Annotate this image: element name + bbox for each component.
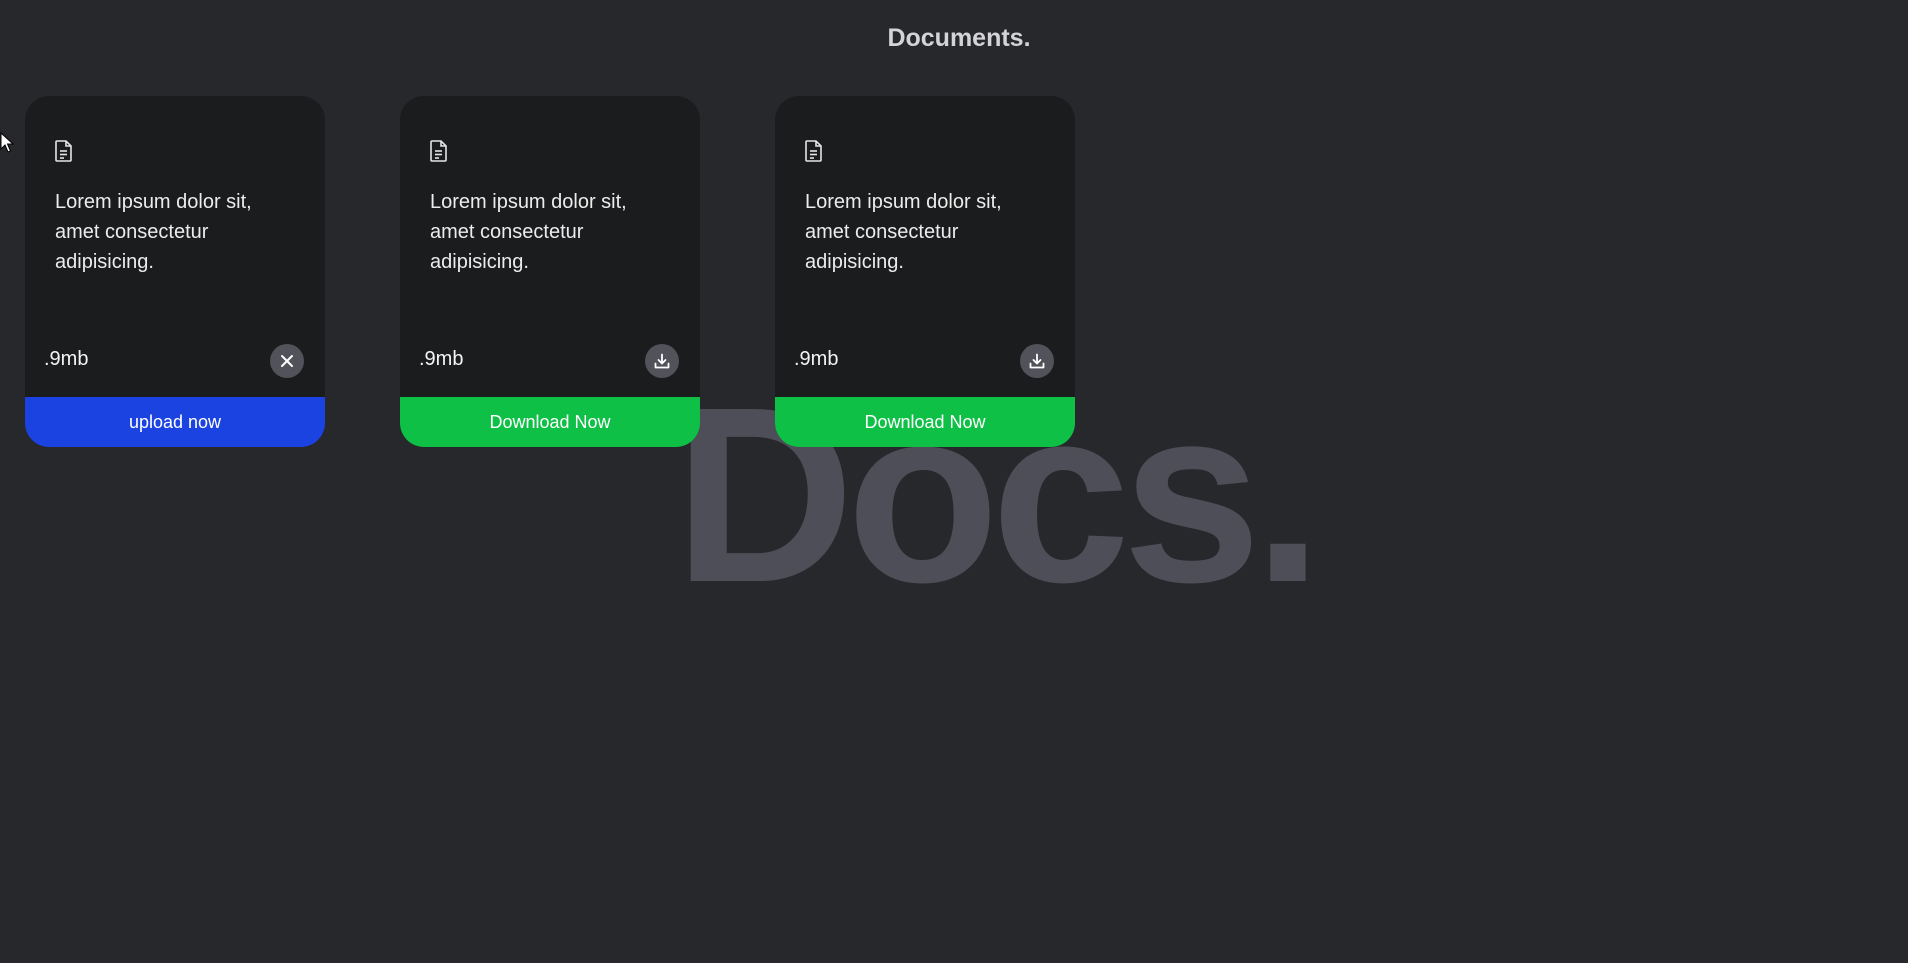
card-description: Lorem ipsum dolor sit, amet consectetur … bbox=[805, 191, 1002, 273]
document-card: Lorem ipsum dolor sit, amet consectetur … bbox=[25, 96, 325, 447]
document-card: Lorem ipsum dolor sit, amet consectetur … bbox=[400, 96, 700, 447]
download-icon-button[interactable] bbox=[645, 344, 679, 378]
document-icon bbox=[430, 140, 447, 162]
download-icon bbox=[654, 353, 670, 369]
download-now-button[interactable]: Download Now bbox=[400, 397, 700, 447]
mouse-cursor-icon bbox=[0, 132, 14, 153]
upload-now-button[interactable]: upload now bbox=[25, 397, 325, 447]
card-list: Lorem ipsum dolor sit, amet consectetur … bbox=[25, 96, 1075, 447]
card-description: Lorem ipsum dolor sit, amet consectetur … bbox=[430, 191, 627, 273]
file-size: .9mb bbox=[44, 348, 89, 370]
document-card: Lorem ipsum dolor sit, amet consectetur … bbox=[775, 96, 1075, 447]
close-button[interactable] bbox=[270, 344, 304, 378]
file-size: .9mb bbox=[419, 348, 464, 370]
file-size: .9mb bbox=[794, 348, 839, 370]
page-title: Documents. bbox=[887, 24, 1031, 52]
document-icon bbox=[805, 140, 822, 162]
download-icon bbox=[1029, 353, 1045, 369]
download-now-button[interactable]: Download Now bbox=[775, 397, 1075, 447]
page: Documents. Docs. Lorem ipsum dolor sit, … bbox=[0, 0, 1908, 963]
close-icon bbox=[281, 355, 293, 367]
document-icon bbox=[55, 140, 72, 162]
card-description: Lorem ipsum dolor sit, amet consectetur … bbox=[55, 191, 252, 273]
download-icon-button[interactable] bbox=[1020, 344, 1054, 378]
